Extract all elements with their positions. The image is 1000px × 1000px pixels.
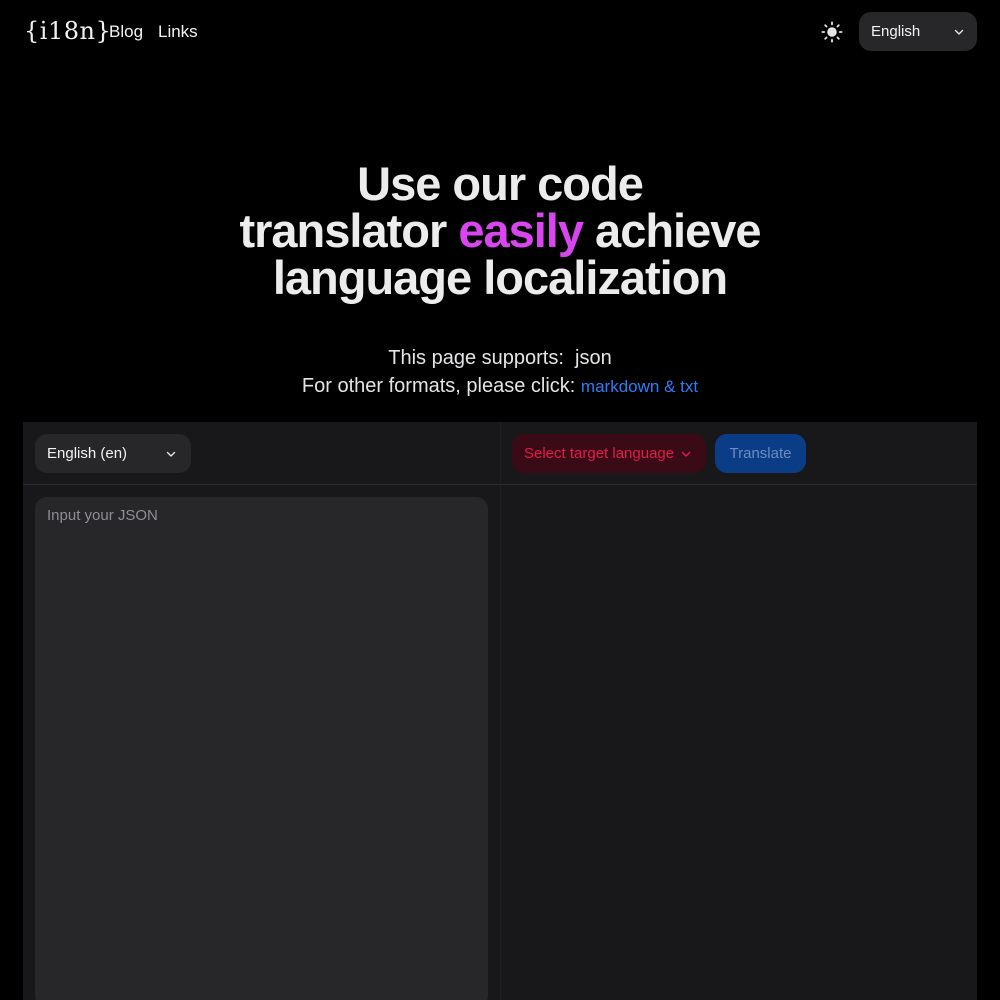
title-accent: easily (458, 204, 584, 257)
markdown-txt-link[interactable]: markdown & txt (581, 377, 698, 396)
translator-workspace: English (en) Select target language Tran… (23, 422, 977, 1000)
title-line-3: language localization (272, 251, 728, 304)
chevron-down-icon (166, 451, 176, 457)
translation-output (501, 486, 977, 1000)
other-formats-line: For other formats, please click: markdow… (0, 372, 1000, 401)
theme-toggle-button[interactable] (816, 16, 848, 48)
title-line-2: translator easily achieve (0, 207, 1000, 254)
page: {i18n} Blog Links English Use our code t… (0, 0, 1000, 1000)
logo[interactable]: {i18n} (24, 14, 111, 48)
title-text: translator (239, 204, 459, 257)
top-nav: {i18n} Blog Links English (0, 0, 1000, 64)
sun-icon (821, 21, 843, 43)
source-language-value: English (en) (47, 445, 128, 462)
page-title: Use our code translator easily achieve l… (0, 160, 1000, 301)
hero-subtitle: This page supports: json For other forma… (0, 344, 1000, 401)
target-language-select[interactable]: Select target language (512, 434, 706, 473)
chevron-down-icon (954, 29, 964, 35)
source-language-select[interactable]: English (en) (35, 434, 191, 473)
title-line-1: Use our code (357, 157, 644, 210)
site-language-select[interactable]: English (859, 12, 977, 51)
supports-label: This page supports: (388, 347, 564, 369)
nav-link-blog[interactable]: Blog (109, 20, 143, 44)
json-input[interactable] (35, 497, 488, 1000)
supports-format: json (575, 347, 612, 369)
translate-button[interactable]: Translate (715, 434, 806, 473)
nav-link-links[interactable]: Links (158, 20, 198, 44)
chevron-down-icon (681, 451, 691, 457)
supports-line: This page supports: json (0, 344, 1000, 372)
target-language-placeholder: Select target language (524, 445, 675, 462)
other-formats-label: For other formats, please click: (301, 375, 576, 397)
site-language-value: English (871, 23, 921, 40)
title-text: achieve (583, 204, 761, 257)
